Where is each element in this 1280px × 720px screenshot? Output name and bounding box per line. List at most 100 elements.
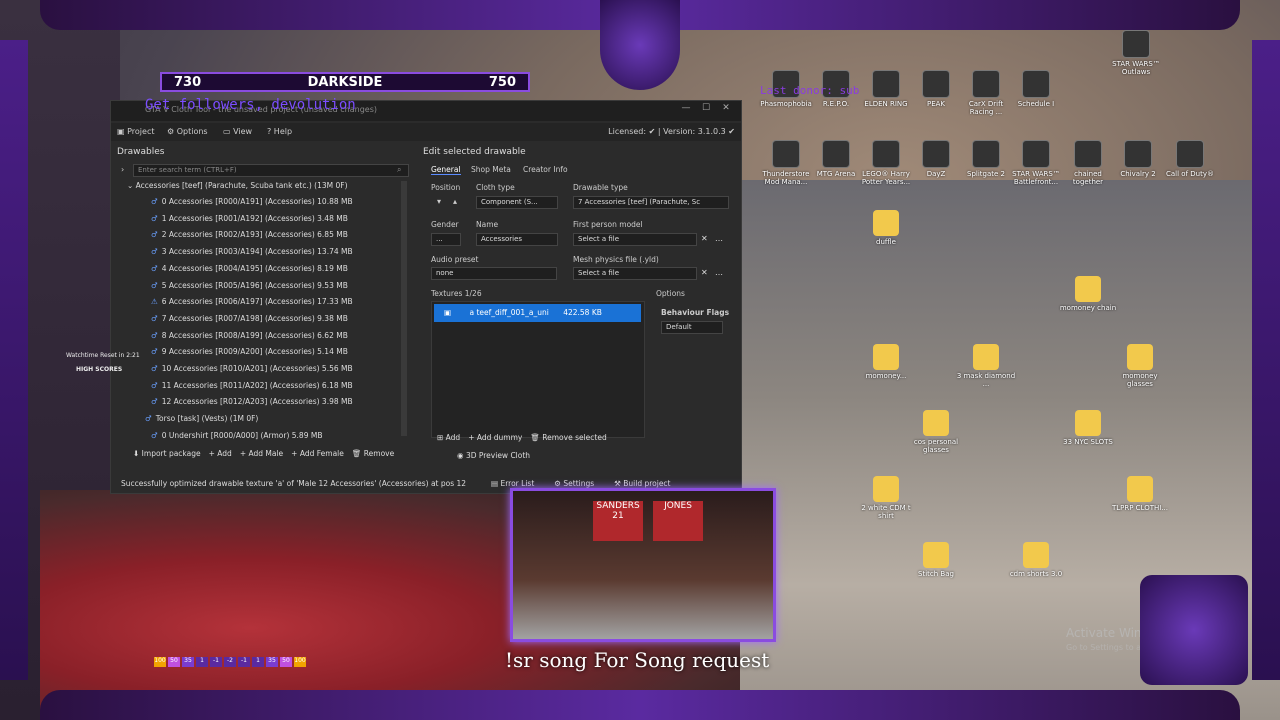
add-button[interactable]: + Add [209, 449, 232, 458]
expand-icon[interactable]: › [121, 165, 124, 174]
icon-label: 2 white CDM t shirt [861, 504, 911, 520]
remove-button[interactable]: 🗑 Remove [352, 449, 394, 458]
folder-icon [973, 344, 999, 370]
male-icon: ♂ [151, 247, 158, 257]
search-input[interactable]: Enter search term (CTRL+F) [133, 164, 409, 177]
browse-icon[interactable]: … [715, 268, 723, 277]
import-package-button[interactable]: ⬇ Import package [133, 449, 201, 458]
desktop-app-shortcut[interactable]: STAR WARS™ Outlaws [1106, 30, 1166, 76]
table-row[interactable]: ♂ 2 Accessories [R002/A193] (Accessories)… [151, 230, 348, 246]
table-row[interactable]: ♂ 4 Accessories [R004/A195] (Accessories)… [151, 264, 348, 280]
add-male-button[interactable]: + Add Male [240, 449, 283, 458]
position-down-icon[interactable]: ▾ [437, 197, 441, 206]
icon-label: Schedule I [1017, 100, 1055, 108]
table-row[interactable]: ♂ 11 Accessories [R011/A202] (Accessories… [151, 381, 353, 397]
warning-icon: ⚠ [151, 297, 158, 307]
cloth-type-select[interactable]: Component (S... [476, 196, 558, 209]
button-label: Settings [563, 479, 595, 488]
search-icon[interactable]: ⌕ [397, 165, 401, 175]
settings-button[interactable]: ⚙ Settings [554, 479, 594, 488]
menu-help[interactable]: ? Help [267, 127, 292, 136]
first-person-label: First person model [573, 220, 643, 229]
desktop-app-shortcut[interactable]: Call of Duty® [1160, 140, 1220, 178]
preview-toggle[interactable]: ◉ 3D Preview Cloth [457, 451, 530, 460]
desktop-app-shortcut[interactable]: Schedule I [1006, 70, 1066, 108]
app-icon [1022, 140, 1050, 168]
first-person-input[interactable]: Select a file [573, 233, 697, 246]
tab-creator-info[interactable]: Creator Info [523, 165, 568, 174]
desktop-folder[interactable]: 2 white CDM t shirt [856, 476, 916, 520]
stream-overlay-text: Last donor: sub [760, 84, 860, 97]
desktop-app-shortcut[interactable]: STAR WARS™ Battlefront... [1006, 140, 1066, 186]
score-center: DARKSIDE [307, 74, 383, 90]
clear-icon[interactable]: ✕ [701, 234, 708, 243]
table-row[interactable]: ♂ 7 Accessories [R007/A198] (Accessories)… [151, 314, 348, 330]
tab-general[interactable]: General [431, 165, 461, 175]
app-icon [1124, 140, 1152, 168]
textures-label: Textures 1/26 [431, 289, 482, 298]
drawable-type-select[interactable]: 7 Accessories [teef] (Parachute, Sc [573, 196, 729, 209]
table-row[interactable]: ♂ 0 Undershirt [R000/A000] (Armor) 5.89 M… [151, 431, 322, 447]
behaviour-select[interactable]: Default [661, 321, 723, 334]
add-dummy-button[interactable]: + Add dummy [468, 433, 522, 442]
table-row[interactable]: ♂ 0 Accessories [R000/A191] (Accessories)… [151, 197, 353, 213]
minimize-icon[interactable]: — [679, 103, 693, 117]
group-accessories[interactable]: ⌄ Accessories [teef] (Parachute, Scuba t… [127, 181, 348, 190]
menu-project[interactable]: ▣ Project [117, 127, 154, 136]
add-texture-button[interactable]: ⊞ Add [437, 433, 460, 442]
error-list-button[interactable]: ▤ Error List [491, 479, 534, 488]
app-icon [1074, 140, 1102, 168]
table-row[interactable]: ♂ 3 Accessories [R003/A194] (Accessories)… [151, 247, 353, 263]
remove-selected-button[interactable]: 🗑 Remove selected [530, 433, 606, 442]
desktop-folder[interactable]: TLPRP CLOTHI... [1110, 476, 1170, 512]
app-icon [922, 70, 950, 98]
close-icon[interactable]: ✕ [719, 103, 733, 117]
build-project-button[interactable]: ⚒ Build project [614, 479, 670, 488]
table-row[interactable]: ♂ 8 Accessories [R008/A199] (Accessories)… [151, 331, 348, 347]
table-row[interactable]: ♂ 9 Accessories [R009/A200] (Accessories)… [151, 347, 348, 363]
icon-label: STAR WARS™ Outlaws [1112, 60, 1160, 76]
desktop-folder[interactable]: duffle [856, 210, 916, 246]
table-row[interactable]: ♂ 5 Accessories [R005/A196] (Accessories)… [151, 281, 348, 297]
audio-select[interactable]: none [431, 267, 557, 280]
audio-bar: -1 [238, 657, 250, 667]
desktop-folder[interactable]: momoney glasses [1110, 344, 1170, 388]
add-female-button[interactable]: + Add Female [291, 449, 344, 458]
table-row[interactable]: ♂ 1 Accessories [R001/A192] (Accessories)… [151, 214, 348, 230]
audio-bar: 100 [294, 657, 306, 667]
button-label: Add Male [248, 449, 284, 458]
table-row[interactable]: ♂ Torso [task] (Vests) (1M 0F) [145, 414, 258, 430]
menu-view[interactable]: ▭ View [223, 127, 252, 136]
desktop-folder[interactable]: momoney chain [1058, 276, 1118, 312]
gender-select[interactable]: ... [431, 233, 461, 246]
icon-label: Stitch Bag [918, 570, 954, 578]
folder-icon [1023, 542, 1049, 568]
male-icon: ♂ [151, 330, 158, 340]
high-scores-overlay: Watchtime Reset in 2:21 HIGH SCORES [46, 352, 140, 374]
table-row[interactable]: ♂ 12 Accessories [R012/A203] (Accessories… [151, 397, 353, 413]
overlay-frame-left [0, 40, 28, 680]
table-row[interactable]: ♂ 10 Accessories [R010/A201] (Accessories… [151, 364, 353, 380]
mesh-input[interactable]: Select a file [573, 267, 697, 280]
maximize-icon[interactable]: ☐ [699, 103, 713, 117]
desktop-folder[interactable]: cdm shorts 3.0 [1006, 542, 1066, 578]
drawable-buttons: ⬇ Import package + Add + Add Male + Add … [133, 449, 394, 458]
desktop-folder[interactable]: Stitch Bag [906, 542, 966, 578]
clear-icon[interactable]: ✕ [701, 268, 708, 277]
name-input[interactable]: Accessories [476, 233, 558, 246]
desktop-folder[interactable]: momoney... [856, 344, 916, 380]
menu-options[interactable]: ⚙ Options [167, 127, 208, 136]
position-up-icon[interactable]: ▴ [453, 197, 457, 206]
desktop-app-shortcut[interactable]: Chivalry 2 [1108, 140, 1168, 178]
desktop-folder[interactable]: cos personal glasses [906, 410, 966, 454]
desktop-folder[interactable]: 3 mask diamond ... [956, 344, 1016, 388]
desktop-folder[interactable]: 33 NYC SLOTS [1058, 410, 1118, 446]
folder-icon [873, 344, 899, 370]
tab-shop-meta[interactable]: Shop Meta [471, 165, 511, 174]
folder-icon [1075, 410, 1101, 436]
texture-item[interactable]: ▣ a teef_diff_001_a_uni 422.58 KB [434, 304, 641, 322]
table-row[interactable]: ⚠ 6 Accessories [R006/A197] (Accessories)… [151, 297, 353, 313]
list-scrollbar[interactable] [401, 181, 407, 436]
button-label: Add Female [299, 449, 344, 458]
browse-icon[interactable]: … [715, 234, 723, 243]
